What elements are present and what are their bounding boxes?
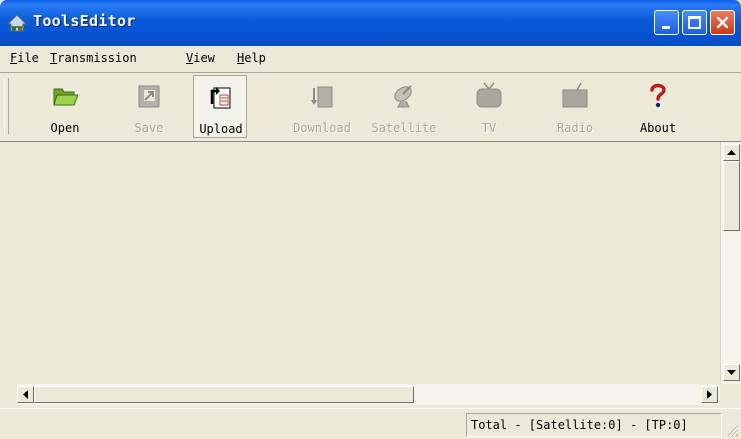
folder-open-icon [53,88,78,106]
resize-grip-icon[interactable] [725,423,739,437]
tv-icon [476,82,502,108]
radio-icon [562,82,588,108]
toolbar: Open Save Upload Download Satellite TV R… [0,72,741,142]
open-label: Open [50,121,80,135]
download-icon [311,86,333,108]
upload-label: Upload [199,122,243,136]
open-button[interactable]: Open [38,75,92,138]
vertical-scroll-thumb[interactable] [723,161,740,231]
question-mark-icon [650,83,666,108]
scroll-down-button[interactable] [723,364,740,381]
arrow-right-icon [707,390,712,399]
scroll-up-button[interactable] [723,144,740,161]
upload-button[interactable]: Upload [193,75,247,138]
save-button[interactable]: Save [122,75,176,138]
menu-transmission[interactable]: Transmission [50,51,137,65]
horizontal-scrollbar[interactable] [17,384,720,405]
vertical-scrollbar[interactable] [720,142,741,384]
app-icon [6,14,28,32]
menu-view[interactable]: View [186,51,215,65]
maximize-button[interactable] [682,10,707,35]
scroll-right-button[interactable] [701,386,718,403]
arrow-up-icon [727,150,736,155]
close-button[interactable] [710,10,735,35]
menu-help[interactable]: Help [237,51,266,65]
radio-button[interactable]: Radio [548,75,602,138]
close-icon [716,16,729,29]
download-label: Download [293,121,351,135]
status-text: Total - [Satellite:0] - [TP:0] [466,413,722,437]
status-bar: Total - [Satellite:0] - [TP:0] [0,408,741,439]
scroll-left-button[interactable] [17,386,34,403]
save-label: Save [134,121,164,135]
tv-button[interactable]: TV [462,75,516,138]
toolbar-grip[interactable] [4,78,9,134]
arrow-down-icon [727,370,736,375]
menu-file[interactable]: File [10,51,39,65]
about-label: About [639,121,677,135]
minimize-icon [662,26,670,29]
arrow-left-icon [23,390,28,399]
tv-label: TV [481,121,497,135]
upload-icon [210,87,231,109]
content-area[interactable] [0,141,741,408]
horizontal-scroll-thumb[interactable] [34,386,414,403]
app-window: ToolsEditor File Transmission View Help … [0,0,741,439]
maximize-icon [688,16,701,29]
window-title: ToolsEditor [33,12,136,30]
radio-label: Radio [556,121,594,135]
satellite-button[interactable]: Satellite [371,75,437,138]
minimize-button[interactable] [654,10,679,35]
menu-bar: File Transmission View Help [0,46,741,73]
title-bar[interactable]: ToolsEditor [0,0,741,46]
satellite-label: Satellite [371,121,437,135]
save-icon [138,85,160,108]
satellite-dish-icon [394,85,412,108]
about-button[interactable]: About [631,75,685,138]
download-button[interactable]: Download [293,75,351,138]
